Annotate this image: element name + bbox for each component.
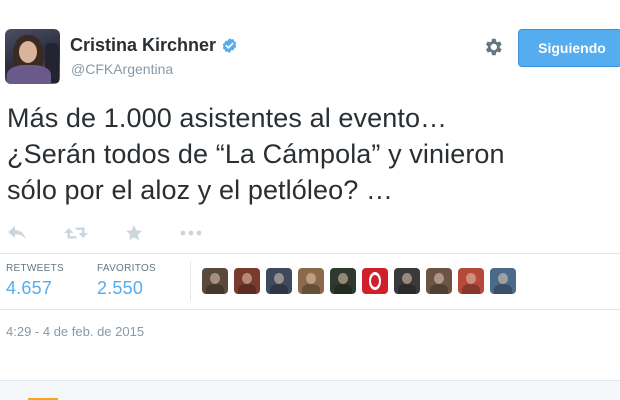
retweets-stat[interactable]: RETWEETS 4.657 (6, 263, 64, 299)
favorite-icon[interactable] (123, 222, 145, 244)
divider (0, 253, 620, 254)
more-icon[interactable] (178, 222, 204, 244)
author-name[interactable]: Cristina Kirchner (70, 35, 216, 56)
following-button[interactable]: Siguiendo (518, 29, 620, 67)
favoriter-avatar-9[interactable] (458, 268, 484, 294)
author-avatar[interactable] (5, 29, 60, 84)
favorites-stat[interactable]: FAVORITOS 2.550 (97, 263, 156, 299)
favoriter-avatar-1[interactable] (202, 268, 228, 294)
tweet-timestamp[interactable]: 4:29 - 4 de feb. de 2015 (6, 324, 144, 339)
favorites-count[interactable]: 2.550 (97, 278, 156, 299)
favoriter-avatar-2[interactable] (234, 268, 260, 294)
favoriter-avatar-6[interactable] (362, 268, 388, 294)
favoriters-list (202, 268, 522, 294)
retweets-label: RETWEETS (6, 263, 64, 274)
author-name-row: Cristina Kirchner (70, 35, 238, 56)
tweet-card: Cristina Kirchner @CFKArgentina Siguiend… (0, 0, 620, 400)
favoriter-avatar-3[interactable] (266, 268, 292, 294)
tweet-actions (6, 222, 226, 244)
tweet-text: Más de 1.000 asistentes al evento… ¿Será… (7, 103, 505, 205)
reply-icon[interactable] (6, 222, 28, 244)
favoriter-avatar-10[interactable] (490, 268, 516, 294)
retweets-count[interactable]: 4.657 (6, 278, 64, 299)
divider (0, 309, 620, 310)
reply-box-strip (0, 380, 620, 400)
favoriter-avatar-7[interactable] (394, 268, 420, 294)
gear-icon[interactable] (482, 36, 504, 58)
verified-badge-icon (222, 38, 237, 53)
favorites-label: FAVORITOS (97, 263, 157, 274)
retweet-icon[interactable] (63, 222, 89, 244)
favoriter-avatar-5[interactable] (330, 268, 356, 294)
stat-separator (190, 261, 191, 301)
favoriter-avatar-4[interactable] (298, 268, 324, 294)
favoriter-avatar-8[interactable] (426, 268, 452, 294)
author-handle[interactable]: @CFKArgentina (71, 61, 173, 77)
